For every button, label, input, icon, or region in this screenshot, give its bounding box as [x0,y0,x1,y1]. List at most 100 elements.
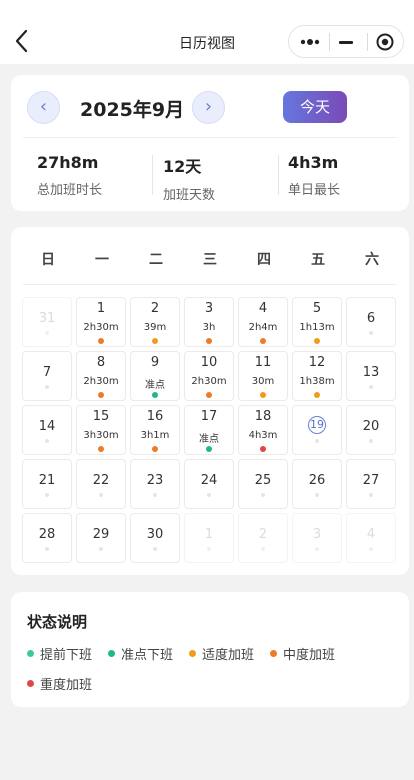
day-number: 5 [312,301,322,316]
calendar-day-cell[interactable]: 31 [22,297,72,347]
calendar-day-cell[interactable]: 6 [346,297,396,347]
calendar-day-cell[interactable]: 17 准点 [184,405,234,455]
calendar-day-cell[interactable]: 26 [292,459,342,509]
calendar-day-cell[interactable]: 18 4h3m [238,405,288,455]
day-number: 23 [146,473,164,488]
legend-label: 适度加班 [202,648,255,663]
day-number: 1 [204,527,214,542]
day-number: 3 [204,301,214,316]
calendar-day-cell[interactable]: 30 [130,513,180,563]
calendar-day-cell[interactable]: 4 [346,513,396,563]
day-number: 6 [366,311,376,326]
calendar-day-cell[interactable]: 2 39m [130,297,180,347]
calendar-day-cell[interactable]: 24 [184,459,234,509]
minimize-icon[interactable] [339,41,353,44]
calendar-day-cell[interactable]: 7 [22,351,72,401]
status-dot-icon [206,392,212,398]
status-dot-icon [152,446,158,452]
empty-status-dot-icon [45,493,49,497]
navigation-bar: 日历视图 [0,0,414,64]
calendar-day-cell[interactable]: 9 准点 [130,351,180,401]
status-dot-icon [98,446,104,452]
day-number: 28 [38,527,56,542]
day-number: 3 [312,527,322,542]
status-dot-icon [152,338,158,344]
month-summary-card: ‹ 2025年9月 › 今天 27h8m 总加班时长 12天 加班天数 4h3m… [11,75,409,211]
day-number: 24 [200,473,218,488]
calendar-day-cell[interactable]: 22 [76,459,126,509]
status-dot-icon [98,392,104,398]
stat-label: 加班天数 [163,188,216,203]
capsule-divider [329,33,330,51]
calendar-day-cell[interactable]: 2 [238,513,288,563]
calendar-day-cell[interactable]: 25 [238,459,288,509]
day-number: 12 [308,355,326,370]
day-number: 7 [42,365,52,380]
status-dot-icon [152,392,158,398]
status-dot-icon [206,338,212,344]
overtime-hours: 39m [143,322,167,333]
day-number: 16 [146,409,164,424]
status-dot-icon [27,650,34,657]
legend-item-light: 适度加班 [189,644,254,663]
weekday-wed: 三 [203,252,217,268]
calendar-day-cell[interactable]: 16 3h1m [130,405,180,455]
weekday-sun: 日 [41,252,55,268]
more-options-icon[interactable] [289,26,331,57]
prev-month-button[interactable]: ‹ [27,91,60,124]
day-number: 25 [254,473,272,488]
calendar-day-cell[interactable]: 28 [22,513,72,563]
day-number: 9 [150,355,160,370]
status-legend-card: 状态说明 提前下班 准点下班 适度加班 中度加班 重度加班 [11,592,409,707]
day-number: 31 [38,311,56,326]
day-number: 1 [96,301,106,316]
day-number: 10 [200,355,218,370]
next-month-button[interactable]: › [192,91,225,124]
calendar-day-cell[interactable]: 10 2h30m [184,351,234,401]
stat-value: 4h3m [288,153,339,172]
legend-item-early: 提前下班 [27,644,92,663]
calendar-day-cell[interactable]: 13 [346,351,396,401]
calendar-day-cell[interactable]: 11 30m [238,351,288,401]
stat-divider [278,155,279,195]
calendar-day-cell[interactable]: 15 3h30m [76,405,126,455]
calendar-day-cell[interactable]: 27 [346,459,396,509]
calendar-day-cell[interactable]: 1 2h30m [76,297,126,347]
calendar-day-cell[interactable]: 29 [76,513,126,563]
status-dot-icon [27,680,34,687]
empty-status-dot-icon [207,493,211,497]
status-dot-icon [314,392,320,398]
calendar-day-cell[interactable]: 20 [346,405,396,455]
day-number: 26 [308,473,326,488]
calendar-day-cell[interactable]: 5 1h13m [292,297,342,347]
empty-status-dot-icon [315,493,319,497]
calendar-day-cell[interactable]: 4 2h4m [238,297,288,347]
legend-item-ontime: 准点下班 [108,644,173,663]
close-miniprogram-icon[interactable] [375,32,395,52]
weekday-tue: 二 [149,252,163,268]
day-number: 4 [366,527,376,542]
overtime-hours: 2h30m [191,376,227,387]
legend-label: 准点下班 [121,648,174,663]
calendar-day-cell[interactable]: 14 [22,405,72,455]
empty-status-dot-icon [99,493,103,497]
overtime-hours: 1h38m [299,376,335,387]
weekday-thu: 四 [257,252,271,268]
stat-label: 单日最长 [288,183,341,198]
day-number: 8 [96,355,106,370]
empty-status-dot-icon [207,547,211,551]
legend-label: 提前下班 [40,648,93,663]
calendar-day-cell[interactable]: 19 [292,405,342,455]
calendar-day-cell[interactable]: 3 [292,513,342,563]
calendar-day-cell[interactable]: 21 [22,459,72,509]
calendar-day-cell[interactable]: 23 [130,459,180,509]
stat-label: 总加班时长 [37,183,103,198]
calendar-day-cell[interactable]: 12 1h38m [292,351,342,401]
calendar-day-cell[interactable]: 8 2h30m [76,351,126,401]
overtime-hours: 4h3m [248,430,278,441]
capsule-divider [367,33,368,51]
day-number: 20 [362,419,380,434]
today-button[interactable]: 今天 [283,91,347,123]
calendar-day-cell[interactable]: 1 [184,513,234,563]
calendar-day-cell[interactable]: 3 3h [184,297,234,347]
